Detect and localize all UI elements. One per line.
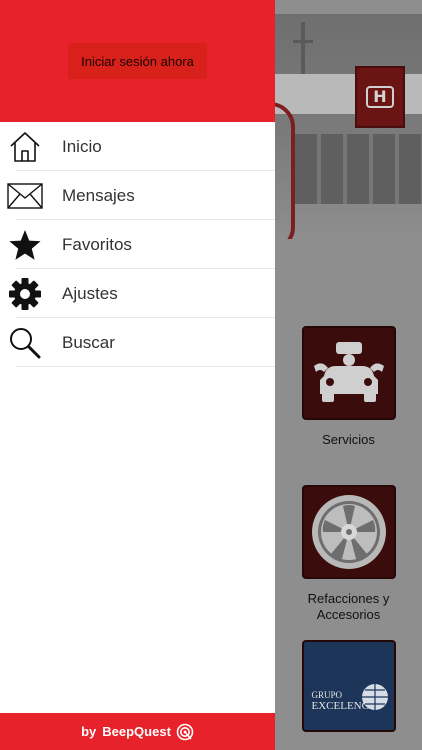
navigation-drawer: Iniciar sesión ahora Inicio Mensajes Fav…	[0, 0, 275, 750]
star-icon	[7, 227, 43, 263]
gear-icon	[7, 276, 43, 312]
background-app: H Servicios Refacciones y Accesorios GRU…	[275, 0, 422, 750]
logo-text-small: GRUPO	[311, 690, 343, 700]
menu-item-mensajes[interactable]: Mensajes	[0, 171, 275, 220]
menu-item-inicio[interactable]: Inicio	[0, 122, 275, 171]
footer-brand-text: BeepQuest	[102, 724, 171, 739]
tile-label: Servicios	[322, 432, 375, 447]
drawer-footer[interactable]: by BeepQuest	[0, 713, 275, 750]
drawer-menu: Inicio Mensajes Favoritos Ajustes Buscar	[0, 122, 275, 367]
honda-logo: H	[355, 66, 405, 128]
tile-grupo-excelencia[interactable]: GRUPO EXCELENCIA	[275, 640, 422, 732]
menu-item-ajustes[interactable]: Ajustes	[0, 269, 275, 318]
tile-servicios[interactable]: Servicios	[275, 326, 422, 448]
tile-label-line: Refacciones y	[307, 591, 390, 606]
home-icon	[7, 129, 43, 165]
menu-label: Favoritos	[62, 234, 132, 254]
menu-item-favoritos[interactable]: Favoritos	[0, 220, 275, 269]
tile-refacciones[interactable]: Refacciones y Accesorios	[275, 485, 422, 623]
search-icon	[7, 325, 43, 361]
envelope-icon	[7, 178, 43, 214]
footer-by-text: by	[81, 724, 97, 739]
wheel-rim-icon	[311, 495, 386, 569]
beepquest-logo-icon	[176, 723, 194, 740]
menu-item-buscar[interactable]: Buscar	[0, 318, 275, 367]
drawer-header: Iniciar sesión ahora	[0, 0, 275, 122]
menu-label: Mensajes	[62, 185, 135, 205]
tile-label: Refacciones y Accesorios	[275, 591, 422, 623]
menu-label: Buscar	[62, 332, 115, 352]
hero-image: H	[275, 14, 422, 239]
tile-label-line: Accesorios	[316, 607, 381, 622]
globe-logo-icon	[361, 684, 388, 710]
menu-label: Inicio	[62, 136, 102, 156]
menu-label: Ajustes	[62, 283, 118, 303]
login-button[interactable]: Iniciar sesión ahora	[68, 43, 207, 79]
mechanic-car-icon	[313, 342, 384, 402]
